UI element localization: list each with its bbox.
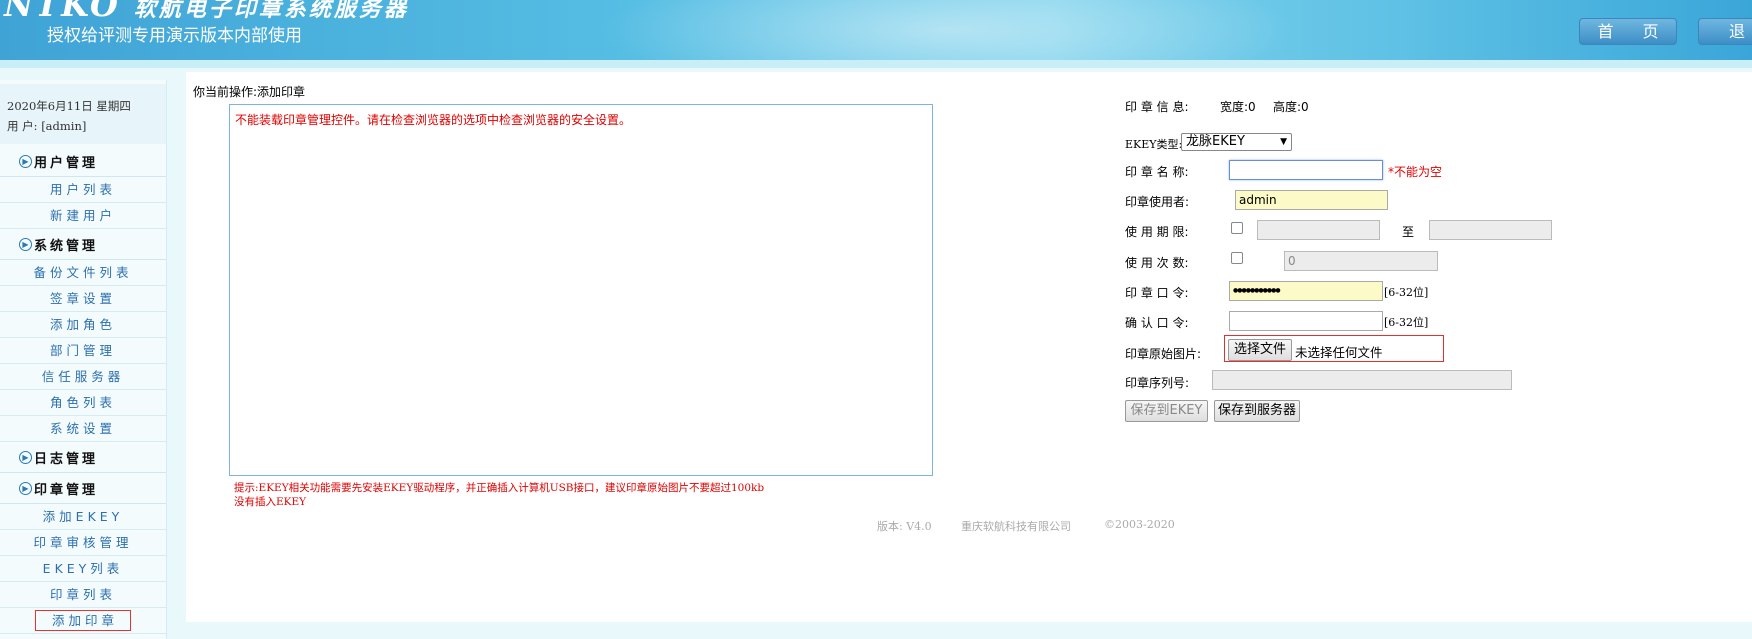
footer-copyright: ©2003-2020 [1104,518,1175,531]
sidebar: 2020年6月11日 星期四 用 户: [admin] ▶ 用户管理 用户列表 新… [0,80,167,639]
menu-section-user[interactable]: ▶ 用户管理 [0,146,166,177]
seal-name-input[interactable] [1229,160,1383,180]
header-divider [0,60,1752,68]
menu-item-sign-settings[interactable]: 签章设置 [0,286,166,312]
expand-arrow-icon: ▶ [19,481,32,495]
menu-section-log[interactable]: ▶ 日志管理 [0,442,166,473]
home-button[interactable]: 首 页 [1579,18,1677,45]
confirm-password-label: 确 认 口 令: [1125,316,1189,330]
period-end-input[interactable] [1429,220,1552,240]
menu-item-role-list[interactable]: 角色列表 [0,390,166,416]
menu-item-trusted-server[interactable]: 信任服务器 [0,364,166,390]
seal-password-input[interactable]: ●●●●●●●●●●● [1229,281,1383,301]
ekey-type-label: EKEY类型: [1125,138,1183,151]
seal-user-input[interactable]: admin [1235,190,1388,210]
hint-line-1: 提示:EKEY相关功能需要先安装EKEY驱动程序，并正确插入计算机USB接口，建… [234,482,765,494]
section-label: 印章管理 [34,482,99,498]
header-glow [600,0,1300,60]
confirm-length-hint: [6-32位] [1384,316,1429,329]
seal-info-label: 印 章 信 息: [1125,100,1189,114]
section-label: 用户管理 [34,155,99,171]
usage-count-checkbox[interactable] [1231,252,1243,264]
save-to-ekey-button[interactable]: 保存到EKEY [1125,400,1208,422]
user-label: 用 户: [7,119,38,133]
expand-arrow-icon: ▶ [19,237,32,251]
current-date: 2020年6月11日 星期四 [7,99,131,113]
exit-button[interactable]: 退 [1698,18,1752,45]
file-chooser: 选择文件 未选择任何文件 [1224,335,1444,362]
usage-count-label: 使 用 次 数: [1125,256,1189,270]
seal-user-label: 印章使用者: [1125,195,1190,209]
menu-section-system[interactable]: ▶ 系统管理 [0,229,166,260]
expand-arrow-icon: ▶ [19,154,32,168]
menu-item-add-ekey[interactable]: 添加EKEY [0,504,166,530]
section-label: 系统管理 [34,238,99,254]
usage-count-input[interactable]: 0 [1284,251,1438,271]
section-label: 日志管理 [34,451,99,467]
footer-company: 重庆软航科技有限公司 [961,520,1071,533]
usage-period-label: 使 用 期 限: [1125,225,1189,239]
footer-version: 版本: V4.0 [877,520,932,533]
ekey-type-value: 龙脉EKEY [1186,134,1245,149]
ekey-type-select[interactable]: 龙脉EKEY ▼ [1181,133,1292,151]
seal-width-text: 宽度:0 [1220,100,1256,114]
menu-item-seal-review[interactable]: 印章审核管理 [0,530,166,556]
save-to-server-button[interactable]: 保存到服务器 [1214,400,1300,422]
seal-serial-input[interactable] [1212,370,1512,390]
user-info: 2020年6月11日 星期四 用 户: [admin] [0,84,166,144]
menu-item-add-role[interactable]: 添加角色 [0,312,166,338]
hint-line-2: 没有插入EKEY [234,496,307,508]
current-user: 用 户: [admin] [7,116,166,136]
logo-subtext: 软航电子印章系统服务器 [133,0,409,22]
seal-height-text: 高度:0 [1273,100,1309,114]
main-content: 你当前操作:添加印章 不能装载印章管理控件。请在检查浏览器的选项中检查浏览器的安… [186,72,1752,622]
seal-serial-label: 印章序列号: [1125,376,1190,390]
menu-item-user-list[interactable]: 用户列表 [0,177,166,203]
seal-form: 印 章 信 息: 宽度:0 高度:0 EKEY类型: 龙脉EKEY ▼ 印 章 名… [938,72,1738,552]
period-to-label: 至 [1402,225,1415,239]
file-status-text: 未选择任何文件 [1295,345,1383,360]
seal-image-label: 印章原始图片: [1125,347,1202,361]
user-value: [admin] [41,119,87,133]
menu-item-seal-list[interactable]: 印章列表 [0,582,166,608]
seal-name-label: 印 章 名 称: [1125,165,1189,179]
breadcrumb: 你当前操作:添加印章 [193,85,306,99]
active-item-label: 添加印章 [34,610,131,631]
menu-item-new-user[interactable]: 新建用户 [0,203,166,229]
header-subtitle: 授权给评测专用演示版本内部使用 [47,26,302,46]
sidebar-menu: ▶ 用户管理 用户列表 新建用户 ▶ 系统管理 备份文件列表 签章设置 添加角色 部… [0,146,166,634]
seal-name-required: *不能为空 [1388,165,1443,179]
choose-file-button[interactable]: 选择文件 [1228,339,1292,361]
menu-item-system-settings[interactable]: 系统设置 [0,416,166,442]
menu-item-backup-list[interactable]: 备份文件列表 [0,260,166,286]
usage-period-checkbox[interactable] [1231,222,1243,234]
menu-section-seal[interactable]: ▶ 印章管理 [0,473,166,504]
menu-item-department[interactable]: 部门管理 [0,338,166,364]
seal-control-area: 不能装载印章管理控件。请在检查浏览器的选项中检查浏览器的安全设置。 [229,104,933,476]
confirm-password-input[interactable] [1229,311,1383,331]
ekey-hint: 提示:EKEY相关功能需要先安装EKEY驱动程序，并正确插入计算机USB接口，建… [234,481,764,509]
seal-password-label: 印 章 口 令: [1125,286,1189,300]
menu-item-ekey-list[interactable]: EKEY列表 [0,556,166,582]
period-start-input[interactable] [1257,220,1380,240]
app-header: NTKO 软航电子印章系统服务器 授权给评测专用演示版本内部使用 首 页 退 [0,0,1752,60]
control-error-message: 不能装载印章管理控件。请在检查浏览器的选项中检查浏览器的安全设置。 [235,113,632,127]
password-length-hint: [6-32位] [1384,286,1429,299]
dropdown-arrow-icon: ▼ [1280,137,1287,147]
expand-arrow-icon: ▶ [19,450,32,464]
menu-item-add-seal[interactable]: 添加印章 [0,608,166,634]
